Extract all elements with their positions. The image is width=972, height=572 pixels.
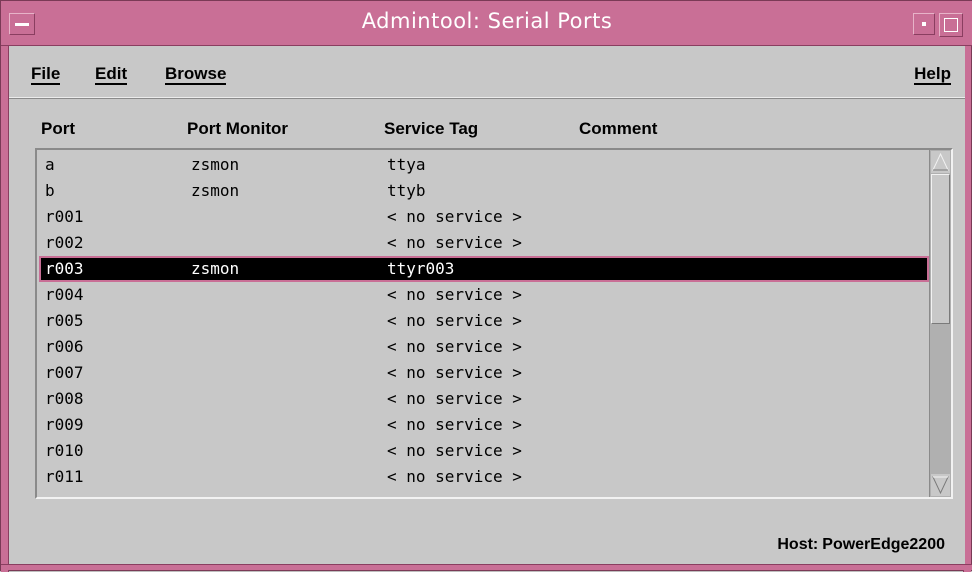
port-monitor-cell: zsmon xyxy=(191,155,240,174)
title-bar[interactable]: Admintool: Serial Ports xyxy=(1,1,972,46)
service-tag-cell: < no service > xyxy=(387,207,522,226)
column-header-port: Port xyxy=(41,119,75,138)
table-row[interactable]: a zsmon ttya xyxy=(39,152,929,178)
service-tag-cell: < no service > xyxy=(387,233,522,252)
service-tag-cell: ttyr003 xyxy=(387,259,455,278)
service-tag-cell: < no service > xyxy=(387,285,522,304)
port-cell: r009 xyxy=(45,415,84,434)
scroll-up-arrow-icon[interactable] xyxy=(931,151,950,173)
port-cell: r002 xyxy=(45,233,84,252)
port-cell: b xyxy=(45,181,55,200)
column-header-comment: Comment xyxy=(579,119,658,138)
scroll-down-arrow-icon[interactable] xyxy=(931,474,950,496)
service-tag-cell: < no service > xyxy=(387,311,522,330)
table-row[interactable]: r001 < no service > xyxy=(39,204,929,230)
serial-ports-list-rows: a zsmon ttya b zsmon ttyb r001 < no service > r0… xyxy=(39,152,929,495)
window-title: Admintool: Serial Ports xyxy=(361,9,613,33)
table-row[interactable]: r010 < no service > xyxy=(39,438,929,464)
column-header-service-tag: Service Tag xyxy=(384,119,479,138)
table-row[interactable]: r008 < no service > xyxy=(39,386,929,412)
menu-help[interactable]: Help xyxy=(914,64,951,85)
window-frame-bottom[interactable] xyxy=(1,564,972,570)
serial-ports-window: Admintool: Serial Ports File Edit Browse… xyxy=(0,0,972,572)
column-header-port-monitor: Port Monitor xyxy=(187,119,289,138)
window-frame-left[interactable] xyxy=(1,46,9,572)
table-row[interactable]: r002 < no service > xyxy=(39,230,929,256)
port-cell: r003 xyxy=(45,259,84,278)
service-tag-cell: < no service > xyxy=(387,415,522,434)
client-area: File Edit Browse Help Port Port Monitor … xyxy=(9,46,965,566)
port-monitor-cell: zsmon xyxy=(191,259,240,278)
minimize-icon[interactable] xyxy=(913,13,935,35)
port-cell: r006 xyxy=(45,337,84,356)
service-tag-cell: < no service > xyxy=(387,337,522,356)
service-tag-cell: ttyb xyxy=(387,181,426,200)
scrollbar-thumb[interactable] xyxy=(931,174,950,324)
port-cell: r005 xyxy=(45,311,84,330)
table-row[interactable]: r006 < no service > xyxy=(39,334,929,360)
service-tag-cell: < no service > xyxy=(387,467,522,486)
table-row[interactable]: r004 < no service > xyxy=(39,282,929,308)
table-row[interactable]: r003 zsmon ttyr003 xyxy=(39,256,929,282)
service-tag-cell: < no service > xyxy=(387,363,522,382)
menu-edit[interactable]: Edit xyxy=(95,64,128,85)
port-cell: r004 xyxy=(45,285,84,304)
port-cell: a xyxy=(45,155,55,174)
maximize-icon[interactable] xyxy=(939,13,963,37)
vertical-scrollbar[interactable] xyxy=(929,150,951,497)
host-value: PowerEdge2200 xyxy=(822,536,945,553)
port-cell: r008 xyxy=(45,389,84,408)
host-label: Host: xyxy=(777,536,819,553)
table-row[interactable]: r011 < no service > xyxy=(39,464,929,490)
port-cell: r007 xyxy=(45,363,84,382)
table-row[interactable]: b zsmon ttyb xyxy=(39,178,929,204)
host-status: Host: PowerEdge2200 xyxy=(777,536,945,554)
menu-bar: File Edit Browse Help xyxy=(9,46,965,99)
service-tag-cell: < no service > xyxy=(387,441,522,460)
table-row[interactable]: r009 < no service > xyxy=(39,412,929,438)
port-monitor-cell: zsmon xyxy=(191,181,240,200)
port-cell: r010 xyxy=(45,441,84,460)
serial-ports-list[interactable]: a zsmon ttya b zsmon ttyb r001 < no service > r0… xyxy=(35,148,953,499)
menu-browse[interactable]: Browse xyxy=(165,64,227,85)
table-row[interactable]: r005 < no service > xyxy=(39,308,929,334)
service-tag-cell: ttya xyxy=(387,155,426,174)
service-tag-cell: < no service > xyxy=(387,389,522,408)
port-cell: r011 xyxy=(45,467,84,486)
port-cell: r001 xyxy=(45,207,84,226)
menu-file[interactable]: File xyxy=(31,64,61,85)
table-row[interactable]: r007 < no service > xyxy=(39,360,929,386)
